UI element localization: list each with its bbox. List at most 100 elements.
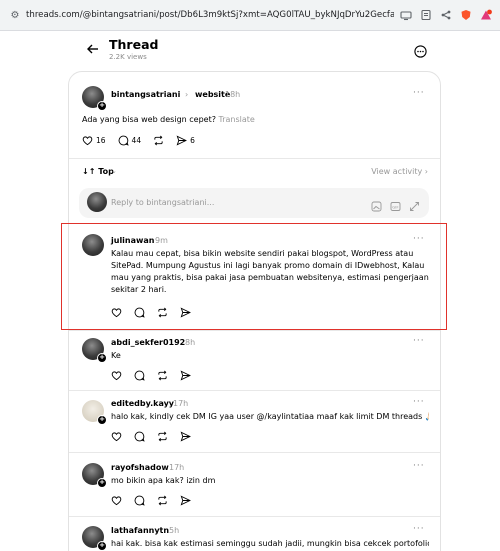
repost-button[interactable] [157, 370, 168, 381]
sort-dropdown[interactable]: ↓↑ Top [82, 167, 114, 176]
op-share-count: 6 [190, 136, 195, 145]
reply-time: 5h [169, 526, 180, 535]
send-icon [180, 431, 191, 442]
heart-icon [82, 136, 93, 146]
reply-time: 17h [169, 463, 185, 472]
highlight-box [61, 223, 447, 330]
op-reply-button[interactable]: 44 [118, 135, 142, 146]
translate-link[interactable]: Translate [219, 115, 255, 124]
op-like-button[interactable]: 16 [82, 135, 106, 146]
brave-shield-icon[interactable] [457, 7, 474, 24]
send-icon [180, 370, 191, 381]
reply-time: 8h [185, 338, 196, 347]
reply-button[interactable] [134, 431, 145, 442]
my-avatar [87, 192, 107, 212]
svg-text:GIF: GIF [392, 205, 398, 210]
op-username[interactable]: bintangsatriani [111, 90, 180, 99]
reply-text: mo bikin apa kak? izin dm [111, 476, 216, 485]
divider [69, 158, 440, 159]
comment-icon [134, 370, 145, 381]
reply-more-icon[interactable]: ··· [413, 397, 425, 407]
heart-icon [111, 496, 122, 506]
follow-plus-icon[interactable]: + [97, 101, 107, 111]
reply-actions [111, 370, 203, 381]
op-repost-button[interactable] [153, 135, 164, 146]
reply-button[interactable] [134, 495, 145, 506]
op-time: 18h [225, 90, 241, 99]
reply-composer[interactable]: Reply to bintangsatriani... GIF [79, 188, 429, 218]
share-icon[interactable] [437, 7, 454, 24]
reply-avatar[interactable]: + [82, 338, 107, 363]
reply-button[interactable] [134, 370, 145, 381]
chevron-down-icon[interactable]: ⌄ [111, 167, 117, 175]
reader-icon[interactable] [417, 7, 434, 24]
reply-username[interactable]: lathafannytn [111, 526, 169, 535]
follow-plus-icon[interactable]: + [97, 478, 107, 488]
op-more-icon[interactable]: ··· [413, 88, 425, 98]
reply-avatar[interactable]: + [82, 400, 107, 425]
reply-more-icon[interactable]: ··· [413, 461, 425, 471]
follow-plus-icon[interactable]: + [97, 353, 107, 363]
comment-icon [118, 135, 129, 146]
page-title: Thread [109, 37, 159, 52]
reply-username[interactable]: abdi_sekfer0192 [111, 338, 185, 347]
heart-icon [111, 432, 122, 442]
repost-button[interactable] [157, 431, 168, 442]
view-activity-label: View activity [371, 167, 423, 176]
reply-text: halo kak, kindly cek DM IG yaa user @/ka… [111, 412, 429, 421]
expand-icon[interactable] [409, 197, 420, 211]
more-options-icon[interactable] [414, 43, 427, 58]
topic-chevron-icon: › [185, 90, 189, 99]
sort-bar: ↓↑ Top ⌄ View activity › [82, 167, 428, 181]
reply-text: hai kak. bisa kak estimasi seminggu suda… [111, 539, 429, 548]
divider [69, 390, 440, 391]
url-text[interactable]: threads.com/@bintangsatriani/post/Db6L3m… [26, 10, 394, 20]
divider [69, 516, 440, 517]
reply-input[interactable]: Reply to bintangsatriani... [111, 198, 214, 207]
op-text-row: Ada yang bisa web design cepet? Translat… [82, 114, 255, 126]
send-icon [180, 495, 191, 506]
op-actions: 16 44 6 [82, 135, 207, 146]
reply-time: 17h [173, 399, 189, 408]
op-avatar[interactable]: + [82, 86, 107, 111]
reply-avatar[interactable]: + [82, 463, 107, 488]
like-button[interactable] [111, 370, 122, 381]
follow-plus-icon[interactable]: + [97, 415, 107, 425]
browser-address-bar[interactable]: ⚙ threads.com/@bintangsatriani/post/Db6L… [0, 0, 500, 31]
share-button[interactable] [180, 370, 191, 381]
follow-plus-icon[interactable]: + [97, 541, 107, 551]
op-text: Ada yang bisa web design cepet? [82, 115, 216, 124]
like-button[interactable] [111, 495, 122, 506]
reply-actions [111, 431, 203, 442]
repost-icon [158, 495, 167, 506]
repost-icon [158, 370, 167, 381]
view-activity-link[interactable]: View activity › [371, 167, 428, 176]
op-like-count: 16 [96, 136, 106, 145]
brave-rewards-icon[interactable] [477, 7, 494, 24]
reply-more-icon[interactable]: ··· [413, 524, 425, 534]
back-arrow-icon[interactable] [86, 41, 100, 55]
reply-avatar[interactable]: + [82, 526, 107, 551]
reply-actions [111, 495, 203, 506]
thread-header: Thread 2.2K views [0, 31, 500, 71]
cast-icon[interactable] [397, 7, 414, 24]
divider [69, 452, 440, 453]
share-button[interactable] [180, 431, 191, 442]
site-settings-icon[interactable]: ⚙ [6, 10, 24, 21]
comment-icon [134, 495, 145, 506]
comment-icon [134, 431, 145, 442]
divider [69, 330, 440, 331]
like-button[interactable] [111, 431, 122, 442]
reply-username[interactable]: rayofshadow [111, 463, 169, 472]
gif-icon[interactable]: GIF [390, 197, 401, 211]
reply-more-icon[interactable]: ··· [413, 336, 425, 346]
view-count: 2.2K views [109, 53, 147, 61]
repost-icon [158, 431, 167, 442]
repost-button[interactable] [157, 495, 168, 506]
op-reply-count: 44 [131, 136, 142, 145]
send-icon [176, 135, 188, 146]
share-button[interactable] [180, 495, 191, 506]
reply-username[interactable]: editedby.kayy [111, 399, 174, 408]
op-share-button[interactable]: 6 [176, 135, 195, 146]
image-attach-icon[interactable] [371, 197, 382, 212]
